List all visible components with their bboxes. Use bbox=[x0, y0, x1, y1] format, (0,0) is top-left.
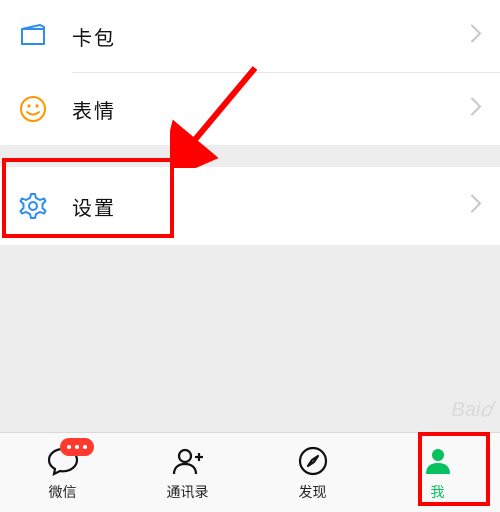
tab-chats[interactable]: 微信 bbox=[0, 433, 125, 512]
gear-icon bbox=[18, 191, 48, 221]
menu-group-2: 设置 bbox=[0, 167, 500, 245]
menu-stickers[interactable]: 表情 bbox=[0, 73, 500, 145]
unread-badge bbox=[60, 438, 94, 456]
tab-contacts[interactable]: 通讯录 bbox=[125, 433, 250, 512]
chevron-right-icon bbox=[470, 24, 482, 49]
menu-settings[interactable]: 设置 bbox=[0, 167, 500, 245]
chevron-right-icon bbox=[470, 194, 482, 219]
wallet-icon bbox=[18, 21, 48, 51]
chat-bubble-icon bbox=[46, 444, 80, 478]
smile-icon bbox=[18, 94, 48, 124]
spacer bbox=[0, 145, 500, 167]
tab-chats-label: 微信 bbox=[49, 482, 77, 502]
menu-wallet[interactable]: 卡包 bbox=[0, 0, 500, 72]
tab-me-label: 我 bbox=[431, 482, 445, 502]
watermark: Bai𝑑 bbox=[452, 399, 492, 422]
menu-wallet-label: 卡包 bbox=[72, 22, 116, 51]
tab-me[interactable]: 我 bbox=[375, 433, 500, 512]
tab-contacts-label: 通讯录 bbox=[167, 482, 209, 502]
menu-stickers-label: 表情 bbox=[72, 95, 116, 124]
menu-settings-label: 设置 bbox=[72, 192, 116, 221]
tab-discover[interactable]: 发现 bbox=[250, 433, 375, 512]
tab-discover-label: 发现 bbox=[299, 482, 327, 502]
chevron-right-icon bbox=[470, 97, 482, 122]
person-icon bbox=[421, 444, 455, 478]
tabbar: 微信 通讯录 发现 我 bbox=[0, 432, 500, 512]
compass-icon bbox=[296, 444, 330, 478]
menu-group-1: 卡包 表情 bbox=[0, 0, 500, 145]
contacts-icon bbox=[171, 444, 205, 478]
